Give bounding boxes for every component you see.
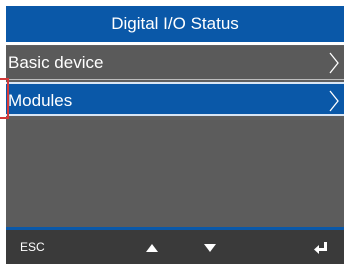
triangle-down-icon	[204, 243, 216, 252]
menu-item-modules[interactable]: Modules	[6, 82, 344, 116]
down-softkey[interactable]	[200, 230, 220, 264]
menu-item-basic-device[interactable]: Basic device	[6, 46, 344, 80]
chevron-right-icon	[329, 90, 339, 112]
enter-softkey[interactable]	[310, 230, 332, 264]
menu-item-label: Basic device	[8, 53, 104, 72]
selection-highlight-frame	[0, 78, 9, 119]
menu-item-label: Modules	[8, 91, 73, 110]
up-softkey[interactable]	[142, 230, 162, 264]
display-screen: Digital I/O Status Basic device Modules …	[6, 6, 344, 264]
triangle-up-icon	[146, 243, 158, 252]
esc-softkey[interactable]: ESC	[20, 230, 50, 264]
softkey-bar: ESC	[6, 230, 344, 264]
device-frame: Digital I/O Status Basic device Modules …	[0, 0, 344, 264]
menu-empty-area	[6, 120, 344, 230]
chevron-right-icon	[329, 52, 339, 74]
page-title: Digital I/O Status	[6, 6, 344, 42]
enter-return-icon	[314, 241, 327, 254]
title-divider	[6, 42, 344, 45]
